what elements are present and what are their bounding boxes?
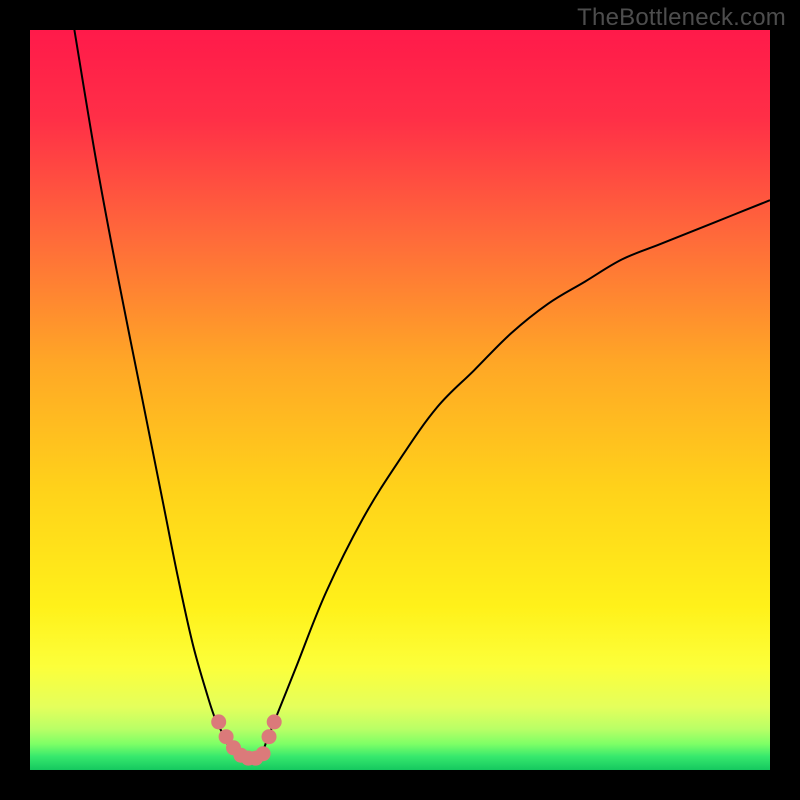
chart-series-curve-left	[74, 30, 237, 755]
valley-dot	[262, 729, 277, 744]
valley-dot	[267, 714, 282, 729]
chart-frame	[30, 30, 770, 770]
valley-dot	[256, 746, 271, 761]
chart-plot	[30, 30, 770, 770]
valley-dot	[211, 714, 226, 729]
watermark-text: TheBottleneck.com	[577, 4, 786, 32]
chart-series-curve-right	[267, 200, 770, 740]
